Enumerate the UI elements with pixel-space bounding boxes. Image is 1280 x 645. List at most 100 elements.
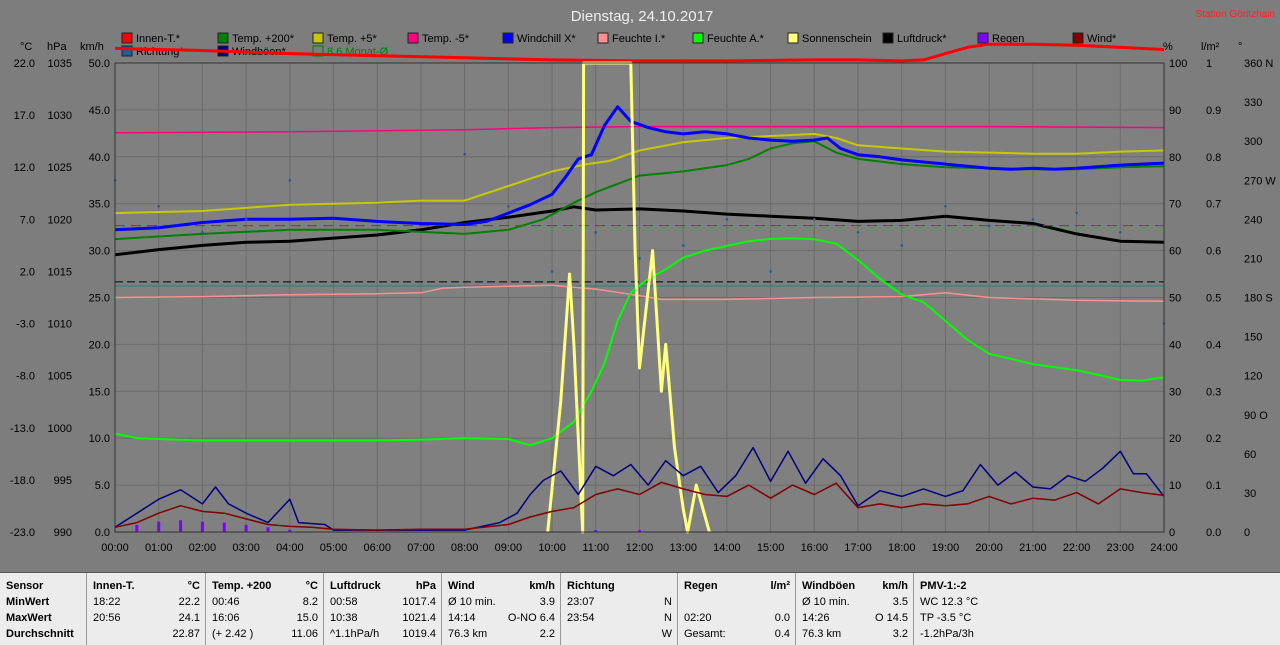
wind_speed-tick-label: 25.0 [89, 293, 110, 305]
stats-cell-label: Durchschnitt [6, 628, 74, 640]
stats-cell-label: 76.3 km [802, 628, 842, 640]
legend-swatch-feuchte-i [597, 32, 609, 44]
stats-cell-value: 22.87 [172, 628, 200, 640]
weather-chart: Dienstag, 24.10.2017 Station Göritzhain … [0, 0, 1280, 572]
temperature-tick-label: 7.0 [20, 214, 35, 226]
x-tick-label: 03:00 [232, 542, 260, 554]
legend-swatch-temp-5 [312, 32, 324, 44]
stats-row [684, 594, 790, 610]
stats-cell-label: MinWert [6, 596, 50, 608]
stats-header: Innen-T. °C [93, 578, 200, 594]
x-tick-label: 01:00 [145, 542, 173, 554]
legend-swatch-regen [977, 32, 989, 44]
direction-tick-label: 360 N [1244, 58, 1273, 70]
stats-row: WC 12.3 °C [920, 594, 1048, 610]
x-tick-label: 18:00 [888, 542, 916, 554]
x-tick-label: 21:00 [1019, 542, 1047, 554]
stats-header-label: Richtung [567, 580, 615, 592]
humidity-tick-label: 70 [1169, 199, 1181, 211]
humidity-tick-label: 80 [1169, 152, 1181, 164]
direction-point [856, 231, 860, 234]
stats-column-sensor: Sensor MinWert MaxWert Durchschnitt [0, 573, 86, 645]
direction-tick-label: 300 [1244, 136, 1262, 148]
stats-cell-value: 15.0 [296, 612, 318, 624]
x-tick-label: 07:00 [407, 542, 435, 554]
x-tick-label: 06:00 [363, 542, 391, 554]
stats-row: TP -3.5 °C [920, 610, 1048, 626]
wind_speed-tick-label: 5.0 [95, 480, 110, 492]
rain-bar [135, 524, 139, 532]
stats-cell-label: 20:56 [93, 612, 121, 624]
stats-cell-value: N [664, 612, 672, 624]
direction-point [900, 244, 904, 247]
direction-point [201, 231, 204, 234]
stats-cell-value: 0.4 [774, 628, 790, 640]
humidity-tick-label: 100 [1169, 58, 1187, 70]
pressure-tick-label: 1035 [48, 58, 72, 70]
legend-swatch-luftdruck [882, 32, 894, 44]
direction-point [244, 218, 248, 221]
x-tick-label: 24:00 [1150, 542, 1178, 554]
legend-label-sonnenschein: Sonnenschein [802, 33, 872, 45]
stats-row: Gesamt: 0.4 [684, 626, 790, 642]
stats-cell-label: 76.3 km [448, 628, 488, 640]
wind-speed-unit: km/h [80, 41, 104, 53]
pressure-tick-label: 1020 [48, 214, 72, 226]
stats-row: MaxWert [6, 610, 80, 626]
direction-tick-label: 240 [1244, 214, 1262, 226]
stats-cell-value: N [664, 596, 672, 608]
stats-header: Luftdruck hPa [330, 578, 436, 594]
x-tick-label: 13:00 [669, 542, 697, 554]
wind_speed-tick-label: 15.0 [89, 386, 110, 398]
direction-tick-label: 0 [1244, 527, 1250, 539]
humidity-tick-label: 40 [1169, 339, 1181, 351]
direction-point [594, 231, 598, 234]
stats-row: 22.87 [93, 626, 200, 642]
stats-header-unit: °C [187, 580, 200, 592]
stats-header-label: Luftdruck [330, 580, 381, 592]
direction-tick-label: 150 [1244, 332, 1262, 344]
stats-row: 16:06 15.0 [212, 610, 318, 626]
x-tick-label: 14:00 [713, 542, 741, 554]
legend-label-wind: Wind* [1087, 33, 1117, 45]
temperature-tick-label: -8.0 [16, 371, 35, 383]
stats-column-innen-t: Innen-T. °C 18:22 22.2 20:56 24.1 22.87 [86, 573, 206, 645]
x-tick-label: 15:00 [757, 542, 785, 554]
stats-cell-label: 02:20 [684, 612, 712, 624]
stats-column-richtung: Richtung 23:07 N 23:54 N W [560, 573, 678, 645]
stats-row: 20:56 24.1 [93, 610, 200, 626]
stats-row: 14:14 O-NO 6.4 [448, 610, 555, 626]
wind_speed-tick-label: 40.0 [89, 152, 110, 164]
direction-point [769, 270, 772, 273]
stats-cell-label: Ø 10 min. [802, 596, 850, 608]
stats-cell-label: MaxWert [6, 612, 52, 624]
temperature-tick-label: -18.0 [10, 475, 35, 487]
humidity-tick-label: 50 [1169, 293, 1181, 305]
chart-title: Dienstag, 24.10.2017 [571, 8, 714, 25]
stats-cell-value: O 14.5 [874, 612, 908, 624]
legend-swatch-innen-t [121, 32, 133, 44]
stats-row: 14:26 O 14.5 [802, 610, 908, 626]
temperature-tick-label: 12.0 [14, 162, 35, 174]
pressure-tick-label: 1005 [48, 371, 72, 383]
stats-cell-label: 16:06 [212, 612, 240, 624]
stats-cell-label: Ø 10 min. [448, 596, 496, 608]
stats-row: 02:20 0.0 [684, 610, 790, 626]
direction-tick-label: 30 [1244, 488, 1256, 500]
stats-column-windb-en: Windböen km/h Ø 10 min. 3.5 14:26 O 14.5 76.3 … [795, 573, 914, 645]
legend-label-innen-t: Innen-T.* [136, 33, 181, 45]
stats-cell-value: O-NO 6.4 [507, 612, 555, 624]
stats-header: Windböen km/h [802, 578, 908, 594]
x-tick-label: 11:00 [582, 542, 609, 554]
stats-cell-label: -1.2hPa/3h [920, 628, 974, 640]
humidity-tick-label: 20 [1169, 433, 1181, 445]
wind_speed-tick-label: 45.0 [89, 105, 110, 117]
x-tick-label: 23:00 [1107, 542, 1135, 554]
temperature-tick-label: -23.0 [10, 527, 35, 539]
stats-header-label: Wind [448, 580, 475, 592]
stats-cell-label: 18:22 [93, 596, 121, 608]
stats-header: PMV-1:-2 [920, 578, 1048, 594]
stats-column-luftdruck: Luftdruck hPa 00:58 1017.4 10:38 1021.4 ^1.1hP… [323, 573, 442, 645]
pressure-tick-label: 1025 [48, 162, 72, 174]
legend-label-temp-5: Temp. -5* [422, 33, 470, 45]
